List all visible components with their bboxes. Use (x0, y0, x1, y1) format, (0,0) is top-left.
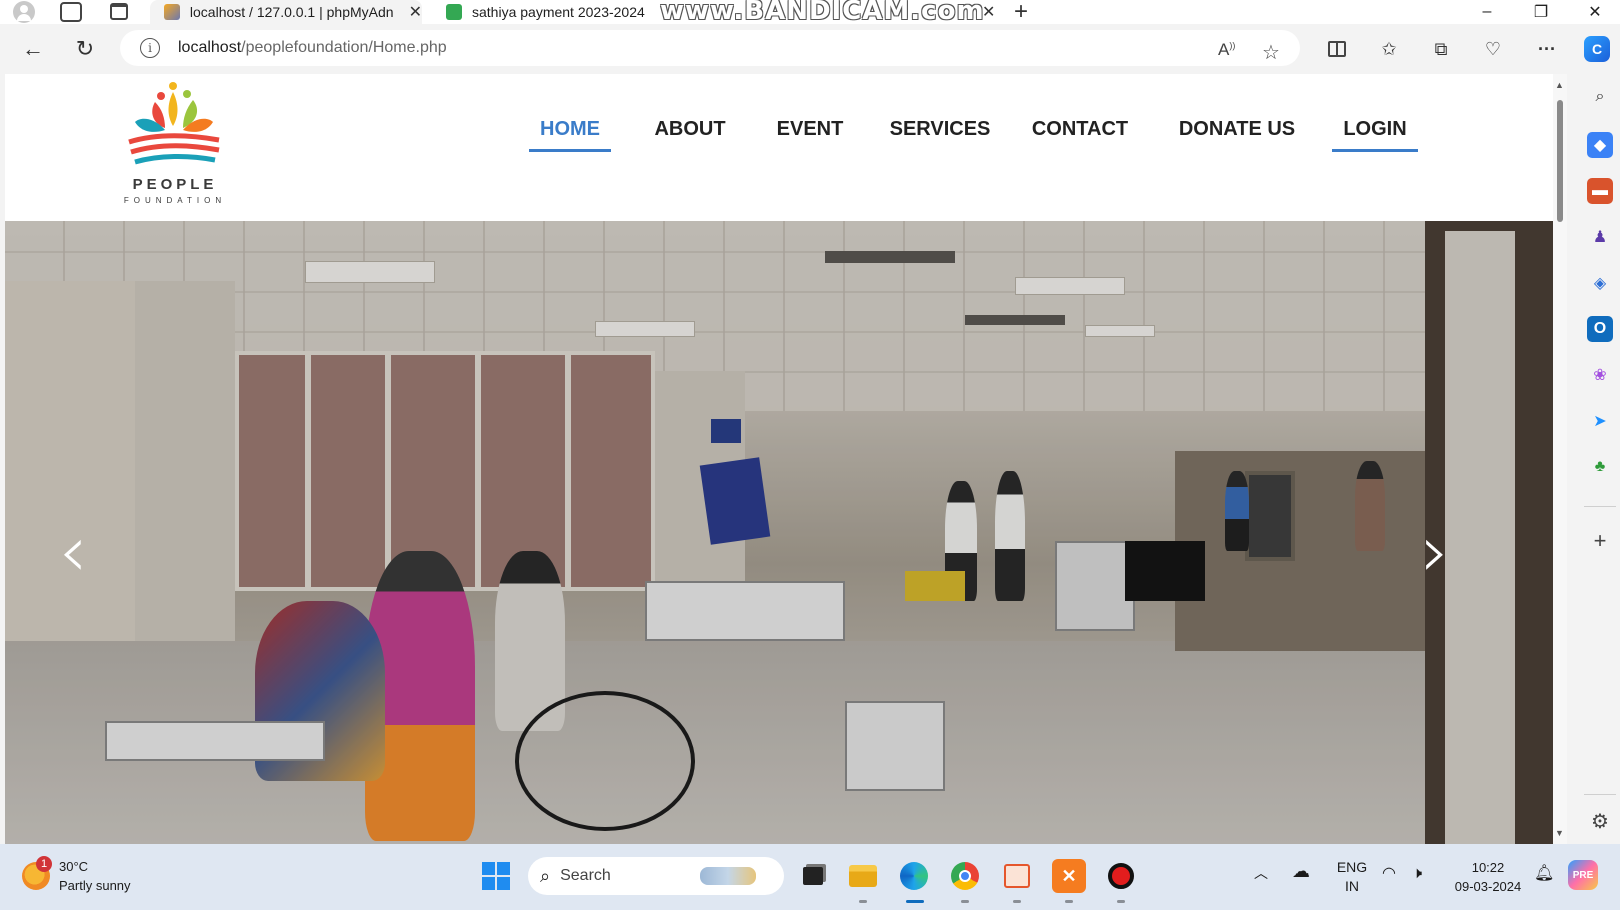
games-icon[interactable]: ♟ (1587, 224, 1613, 250)
notification-badge: 1 (36, 856, 52, 872)
logo-name: PEOPLE (132, 176, 218, 193)
restore-button[interactable]: ❐ (1518, 0, 1564, 24)
new-tab-button[interactable]: + (1014, 0, 1028, 26)
tab-title: localhost / 127.0.0.1 | phpMyAdn (189, 4, 394, 20)
task-view-icon[interactable] (796, 859, 830, 893)
nav-about[interactable]: ABOUT (645, 112, 735, 152)
search-icon[interactable]: ⌕ (1587, 84, 1613, 110)
send-icon[interactable]: ➤ (1587, 408, 1613, 434)
carousel-prev-icon[interactable]: ‹ (53, 511, 93, 591)
weather-condition: Partly sunny (59, 878, 131, 893)
logo-emblem-icon (128, 82, 220, 165)
profile-icon[interactable] (10, 0, 38, 24)
file-explorer-icon[interactable] (846, 859, 880, 893)
phpmyadmin-icon (164, 4, 180, 20)
minimize-button[interactable]: – (1464, 0, 1510, 24)
tab-phpmyadmin[interactable]: localhost / 127.0.0.1 | phpMyAdn ✕ (150, 0, 422, 24)
page-scrollbar[interactable]: ▲ ▼ (1553, 74, 1567, 844)
tab-title: sathiya payment 2023-2024 (472, 4, 645, 20)
system-clock[interactable]: 10:22 09-03-2024 (1448, 858, 1528, 896)
language-code: ENG (1336, 859, 1368, 875)
search-placeholder: Search (560, 867, 611, 884)
nav-services[interactable]: SERVICES (885, 112, 995, 152)
taskbar-search[interactable]: ⌕ Search (528, 857, 784, 895)
onedrive-icon[interactable]: ☁ (1292, 862, 1310, 881)
back-icon[interactable]: ← (16, 32, 50, 66)
close-tab-icon[interactable]: ✕ (409, 2, 422, 22)
language-indicator[interactable]: ENG IN (1332, 858, 1372, 896)
sheets-icon (446, 4, 462, 20)
scroll-thumb[interactable] (1557, 100, 1563, 222)
xampp-icon[interactable]: ✕ (1052, 859, 1086, 893)
settings-icon[interactable]: ⚙ (1587, 808, 1613, 834)
hero-carousel: ‹ › (5, 221, 1553, 844)
browser-essentials-icon[interactable]: ♡ (1480, 36, 1506, 62)
windows-taskbar: 1 30°C Partly sunny ⌕ Search ✕ ︿ ☁ ENG I… (0, 844, 1620, 910)
region-code: IN (1345, 878, 1359, 894)
logo-subtitle: FOUNDATION (123, 196, 227, 205)
weather-temp: 30°C (59, 859, 89, 874)
shopping-tag-icon[interactable]: ◆ (1587, 132, 1613, 158)
collections-icon[interactable]: ⧉ (1428, 36, 1454, 62)
copilot-icon[interactable]: C (1584, 36, 1610, 62)
tools-icon[interactable]: ▬ (1587, 178, 1613, 204)
speaker-muted-icon[interactable]: 🕨 (1412, 864, 1422, 883)
workspaces-icon[interactable] (60, 2, 82, 22)
weather-widget[interactable]: 1 30°C Partly sunny (22, 856, 131, 896)
tree-icon[interactable]: ♣ (1587, 454, 1613, 480)
nav-contact[interactable]: CONTACT (1025, 112, 1135, 152)
tab-strip: localhost / 127.0.0.1 | phpMyAdn ✕ sathi… (0, 0, 1620, 26)
sidebar-divider (1584, 506, 1616, 507)
scroll-down-icon[interactable]: ▼ (1555, 828, 1564, 838)
split-screen-icon[interactable] (1324, 36, 1350, 62)
url-host: localhost (178, 39, 242, 56)
search-icon: ⌕ (540, 865, 551, 886)
outlook-icon[interactable]: O (1587, 316, 1613, 342)
weather-sun-icon: 1 (22, 856, 52, 890)
edge-sidebar: ⌕ ◆ ▬ ♟ ◈ O ❀ ➤ ♣ + ⚙ (1580, 74, 1620, 844)
url-path: /peoplefoundation/Home.php (241, 39, 447, 56)
notifications-bell-icon[interactable]: 🔔︎ (1534, 864, 1554, 883)
more-options-icon[interactable]: ··· (1534, 36, 1560, 62)
copilot-taskbar-icon[interactable]: PRE (1568, 860, 1598, 890)
site-header: PEOPLE FOUNDATION HOME ABOUT EVENT SERVI… (5, 74, 1553, 221)
people-foundation-logo[interactable]: PEOPLE FOUNDATION (115, 82, 235, 210)
microsoft-365-icon[interactable]: ◈ (1587, 270, 1613, 296)
page-viewport: PEOPLE FOUNDATION HOME ABOUT EVENT SERVI… (5, 74, 1553, 844)
clock-date: 09-03-2024 (1454, 879, 1522, 894)
nav-login[interactable]: LOGIN (1332, 112, 1418, 152)
favorite-star-icon[interactable]: ☆ (1262, 40, 1280, 65)
edge-browser-icon[interactable] (897, 859, 931, 893)
search-highlight-icon (700, 867, 756, 885)
office-app-icon[interactable] (1000, 859, 1034, 893)
tab-actions-icon[interactable] (110, 3, 128, 20)
nav-donate-us[interactable]: DONATE US (1167, 112, 1307, 152)
site-info-icon[interactable]: i (140, 38, 160, 58)
carousel-next-icon[interactable]: › (1415, 511, 1455, 591)
wifi-icon[interactable]: ◠ (1382, 864, 1396, 883)
clock-time: 10:22 (1471, 860, 1505, 875)
scroll-up-icon[interactable]: ▲ (1555, 80, 1564, 90)
designer-icon[interactable]: ❀ (1587, 362, 1613, 388)
refresh-icon[interactable]: ↻ (68, 32, 102, 66)
windows-start-icon[interactable] (482, 862, 510, 890)
recording-watermark: www.BANDICAM.com (660, 0, 985, 26)
chrome-icon[interactable] (948, 859, 982, 893)
nav-event[interactable]: EVENT (765, 112, 855, 152)
show-hidden-icons-icon[interactable]: ︿ (1254, 864, 1268, 883)
read-aloud-icon[interactable]: A)) (1218, 40, 1235, 60)
close-window-button[interactable]: ✕ (1572, 0, 1618, 24)
address-bar[interactable]: i localhost/peoplefoundation/Home.php A)… (120, 30, 1300, 66)
sidebar-divider (1584, 794, 1616, 795)
nav-home[interactable]: HOME (529, 112, 611, 152)
favorites-icon[interactable]: ✩ (1376, 36, 1402, 62)
browser-toolbar: ← ↻ i localhost/peoplefoundation/Home.ph… (0, 24, 1620, 74)
add-icon[interactable]: + (1587, 528, 1613, 554)
bandicam-record-icon[interactable] (1104, 859, 1138, 893)
